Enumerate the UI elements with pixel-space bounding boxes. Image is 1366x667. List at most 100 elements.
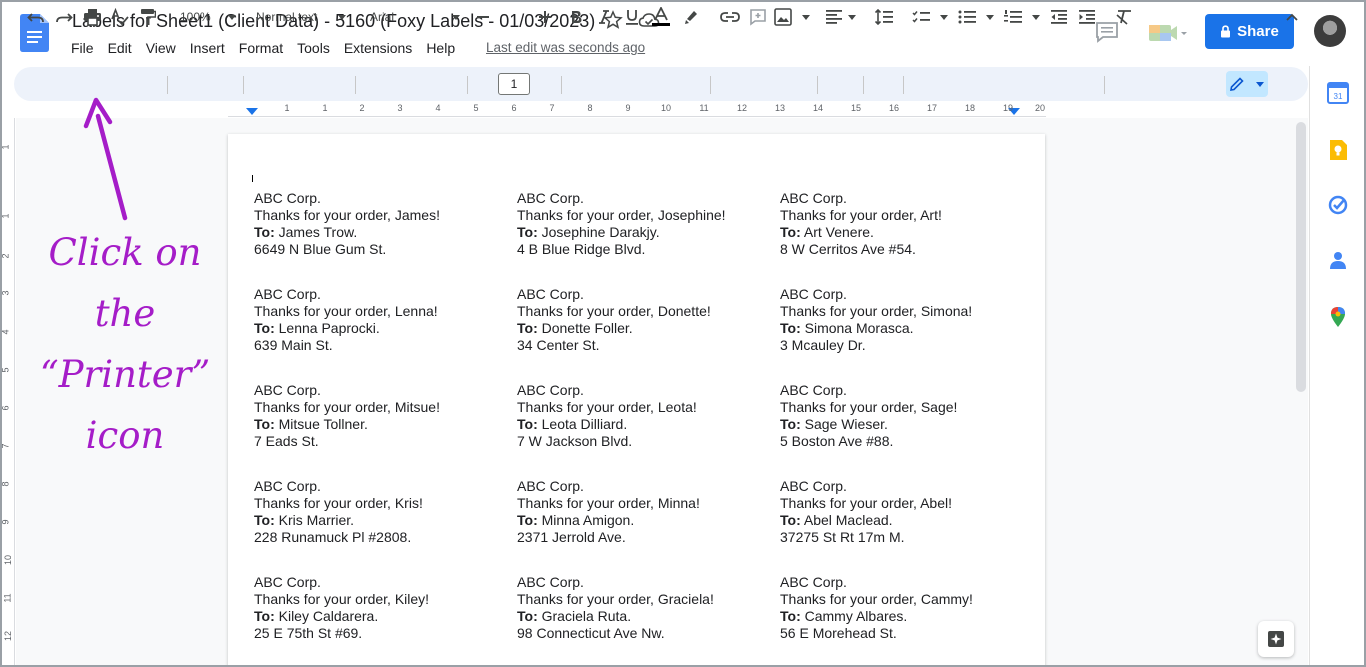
menu-tools[interactable]: Tools (290, 38, 337, 58)
address-label[interactable]: ABC Corp. Thanks for your order, Art! To: … (780, 190, 1030, 258)
maps-icon[interactable] (1327, 306, 1349, 328)
address-label[interactable]: ABC Corp. Thanks for your order, Donette!… (517, 286, 767, 354)
paint-format-icon[interactable] (137, 5, 159, 29)
increase-font-size-button[interactable] (534, 5, 556, 29)
toolbar-divider (817, 76, 818, 94)
label-name: Josephine Darakjy. (541, 224, 660, 240)
line-spacing-icon[interactable] (872, 5, 896, 29)
address-label[interactable]: ABC Corp. Thanks for your order, Simona! T… (780, 286, 1030, 354)
redo-icon[interactable] (53, 5, 75, 29)
label-recipient: To: Cammy Albares. (780, 608, 1030, 625)
address-label[interactable]: ABC Corp. Thanks for your order, Abel! To:… (780, 478, 1030, 546)
label-thanks: Thanks for your order, Kiley! (254, 591, 430, 607)
horizontal-ruler[interactable]: 1 1 2 3 4 5 6 7 8 9 10 11 12 13 14 15 16… (228, 103, 1046, 117)
zoom-value: 100% (180, 10, 211, 24)
label-thanks: Thanks for your order, Mitsue! (254, 399, 440, 415)
highlight-icon[interactable] (680, 5, 702, 29)
address-label[interactable]: ABC Corp. Thanks for your order, Josephin… (517, 190, 767, 258)
vertical-scrollbar[interactable] (1296, 122, 1306, 392)
link-icon[interactable] (718, 5, 742, 29)
menu-format[interactable]: Format (232, 38, 290, 58)
underline-icon[interactable] (622, 5, 642, 29)
label-recipient: To: Minna Amigon. (517, 512, 767, 529)
clear-formatting-icon[interactable] (1112, 5, 1136, 29)
plus-icon (539, 11, 551, 23)
address-label[interactable]: ABC Corp. Thanks for your order, Cammy! To… (780, 574, 1030, 642)
label-name: Mitsue Tollner. (278, 416, 368, 432)
zoom-select[interactable]: 100% (180, 5, 236, 29)
menu-view[interactable]: View (139, 38, 183, 58)
vertical-ruler[interactable]: 1 1 2 3 4 5 6 7 8 9 10 11 12 (0, 118, 15, 667)
label-to: To: (517, 608, 538, 624)
tasks-icon[interactable] (1327, 194, 1349, 216)
font-select[interactable]: Arial (370, 5, 460, 29)
bulleted-list-icon[interactable] (958, 5, 994, 29)
label-name: Sage Wieser. (804, 416, 888, 432)
ruler-number: 1 (284, 103, 290, 113)
annotation-line: icon (85, 414, 165, 457)
ruler-number: 10 (660, 103, 672, 113)
label-address: 6649 N Blue Gum St. (254, 241, 387, 257)
text-cursor (252, 175, 253, 182)
decrease-font-size-button[interactable] (472, 5, 494, 29)
menu-file[interactable]: File (64, 38, 101, 58)
checklist-icon[interactable] (912, 5, 948, 29)
menu-help[interactable]: Help (419, 38, 462, 58)
meet-icon[interactable] (1148, 22, 1188, 44)
address-label[interactable]: ABC Corp. Thanks for your order, James! To… (254, 190, 504, 258)
chevron-down-icon (848, 14, 856, 20)
ruler-number: 3 (397, 103, 403, 113)
bold-icon[interactable] (566, 5, 586, 29)
print-icon[interactable] (80, 5, 104, 29)
label-company: ABC Corp. (254, 382, 321, 398)
text-color-icon[interactable] (650, 5, 672, 29)
ruler-number: 8 (0, 481, 11, 487)
label-recipient: To: Lenna Paprocki. (254, 320, 504, 337)
label-recipient: To: Art Venere. (780, 224, 1030, 241)
address-label[interactable]: ABC Corp. Thanks for your order, Graciela… (517, 574, 767, 642)
undo-icon[interactable] (25, 5, 47, 29)
menu-extensions[interactable]: Extensions (337, 38, 419, 58)
add-comment-icon[interactable] (746, 5, 770, 29)
address-label[interactable]: ABC Corp. Thanks for your order, Sage! To:… (780, 382, 1030, 450)
style-select[interactable]: Normal text (256, 5, 346, 29)
toolbar-divider (167, 76, 168, 94)
menu-insert[interactable]: Insert (183, 38, 232, 58)
keep-icon[interactable] (1327, 139, 1349, 161)
italic-icon[interactable] (594, 5, 614, 29)
label-company: ABC Corp. (780, 286, 847, 302)
align-icon[interactable] (826, 5, 856, 29)
address-label[interactable]: ABC Corp. Thanks for your order, Mitsue! T… (254, 382, 504, 450)
address-label[interactable]: ABC Corp. Thanks for your order, Lenna! To… (254, 286, 504, 354)
label-to: To: (254, 224, 275, 240)
edit-mode-icon (1230, 72, 1264, 96)
address-label[interactable]: ABC Corp. Thanks for your order, Minna! To… (517, 478, 767, 546)
explore-button[interactable] (1258, 621, 1294, 657)
image-icon[interactable] (774, 5, 810, 29)
ruler-number: 3 (0, 290, 11, 296)
label-company: ABC Corp. (517, 190, 584, 206)
ruler-number: 1 (0, 213, 11, 219)
label-name: Simona Morasca. (804, 320, 914, 336)
address-label[interactable]: ABC Corp. Thanks for your order, Kris! To:… (254, 478, 504, 546)
address-label[interactable]: ABC Corp. Thanks for your order, Leota! To… (517, 382, 767, 450)
ruler-number: 10 (3, 554, 14, 566)
address-label[interactable]: ABC Corp. Thanks for your order, Kiley! To… (254, 574, 504, 642)
annotation-arrow (83, 97, 128, 221)
contacts-icon[interactable] (1327, 249, 1349, 271)
toolbar-divider (903, 76, 904, 94)
avatar[interactable] (1314, 15, 1346, 47)
calendar-icon[interactable]: 31 (1327, 82, 1349, 104)
increase-indent-icon[interactable] (1076, 5, 1098, 29)
spellcheck-icon[interactable] (109, 5, 131, 29)
last-edit-link[interactable]: Last edit was seconds ago (486, 40, 645, 55)
decrease-indent-icon[interactable] (1048, 5, 1070, 29)
menu-edit[interactable]: Edit (101, 38, 139, 58)
font-size-input[interactable]: 1 (498, 73, 530, 95)
collapse-icon[interactable] (1281, 5, 1303, 29)
numbered-list-icon[interactable] (1004, 5, 1040, 29)
ruler-number: 16 (888, 103, 900, 113)
ruler-number: 2 (359, 103, 365, 113)
label-name: Leota Dilliard. (541, 416, 628, 432)
left-indent-marker[interactable] (246, 108, 258, 116)
